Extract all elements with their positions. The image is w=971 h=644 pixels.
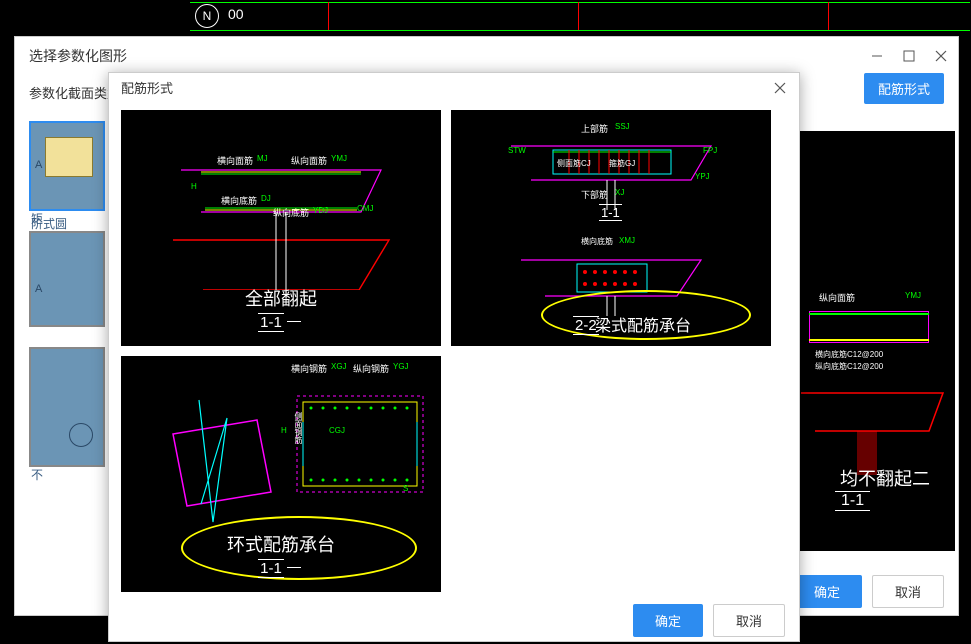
shape-thumbnails: A 矩 A 阶式圆 不 <box>29 121 117 467</box>
rp-lbl1c: YMJ <box>905 291 921 300</box>
option-beam-rebar[interactable]: 上部筋 SSJ 侧面筋CJ 箍筋GJ 下部筋 XJ STW FPJ YPJ 1-… <box>451 110 771 346</box>
rp-lbl3: 纵向底筋C12@200 <box>815 361 883 372</box>
inner-ok-button[interactable]: 确定 <box>633 604 703 637</box>
option-beam-caption: 梁式配筋承台 <box>595 312 691 336</box>
thumb-other-label: 不 <box>31 466 103 483</box>
close-button[interactable] <box>934 49 948 63</box>
thumb-other[interactable]: 不 <box>29 347 105 467</box>
rebar-form-dialog: 配筋形式 横向面筋 MJ 纵向面筋 <box>108 72 800 642</box>
right-preview-sub: 1-1 <box>835 491 870 511</box>
marker-letter: N <box>203 9 212 23</box>
rp-lbl1: 纵向面筋 <box>819 291 855 304</box>
right-preview-title: 均不翻起二 <box>815 465 955 491</box>
outer-ok-button[interactable]: 确定 <box>792 575 862 608</box>
option-ring-rebar[interactable]: 横向钢筋 XGJ 纵向钢筋 YGJ 侧面钢筋 CGJ H S 环式配筋承台 1-… <box>121 356 441 592</box>
inner-titlebar[interactable]: 配筋形式 <box>109 73 799 102</box>
maximize-button[interactable] <box>902 49 916 63</box>
outer-cancel-button[interactable]: 取消 <box>872 575 944 608</box>
outer-title: 选择参数化图形 <box>29 46 127 66</box>
rebar-form-button[interactable]: 配筋形式 <box>864 73 944 104</box>
thumb-step-label: 阶式圆 <box>31 215 103 232</box>
dim-a2: A <box>35 283 42 295</box>
north-marker: N <box>195 4 219 28</box>
outer-titlebar[interactable]: 选择参数化图形 <box>15 37 958 75</box>
option-all-turnup[interactable]: 横向面筋 MJ 纵向面筋 YMJ 横向底筋 DJ 纵向底筋 YDJ CMJ H … <box>121 110 441 346</box>
inner-cancel-button[interactable]: 取消 <box>713 604 785 637</box>
option-ring-caption: 环式配筋承台 1-1 <box>227 531 335 578</box>
inner-title: 配筋形式 <box>121 78 173 97</box>
minimize-button[interactable] <box>870 49 884 63</box>
thumb-rect[interactable]: A 矩 <box>29 121 105 211</box>
thumb-step-round[interactable]: A 阶式圆 <box>29 231 105 327</box>
inner-close-button[interactable] <box>773 81 787 95</box>
dim-a: A <box>35 159 42 171</box>
marker-num: 00 <box>228 6 244 22</box>
option-all-turnup-caption: 全部翻起 1-1 <box>245 285 317 332</box>
rp-lbl2: 横向底筋C12@200 <box>815 349 883 360</box>
